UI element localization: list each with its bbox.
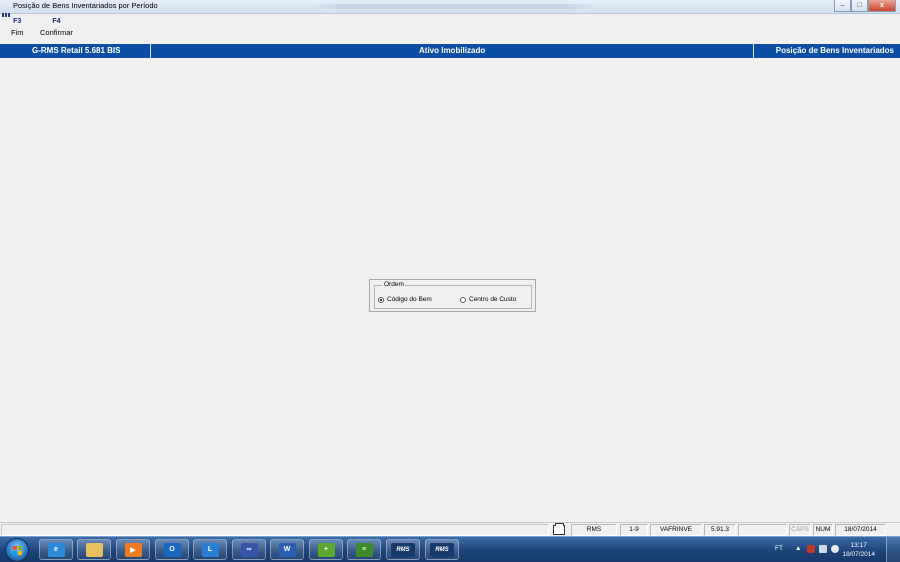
ordem-panel: Ordem Código do Bem Centro de Custo — [369, 279, 536, 312]
taskbar-app-button[interactable]: RMS — [425, 539, 459, 560]
ie-icon: e — [47, 542, 65, 557]
radio-label: Centro de Custo — [469, 296, 517, 303]
f4-action-label: Confirmar — [40, 28, 73, 37]
module-name: Ativo Imobilizado — [419, 46, 486, 55]
taskbar-app-button[interactable]: O — [155, 539, 189, 560]
app-window: Posição de Bens Inventariados por Períod… — [0, 0, 900, 562]
taskbar-app-button[interactable] — [77, 539, 111, 560]
status-program: VAFRINVE — [650, 524, 702, 536]
app-icon — [2, 4, 11, 17]
taskbar-app-button[interactable]: RMS — [386, 539, 420, 560]
status-empty — [738, 524, 787, 536]
system-tray: FT ▲ 13:17 18/07/2014 — [755, 537, 900, 562]
header-divider — [753, 44, 754, 58]
taskbar-app-button[interactable]: ≡ — [347, 539, 381, 560]
status-bar: RMS 1-9 VAFRINVE 5.91.3 CAPS NUM 18/07/2… — [0, 522, 900, 536]
title-bar-background-blur — [310, 4, 600, 9]
minimize-button[interactable]: – — [834, 0, 851, 12]
language-indicator[interactable]: FT — [775, 545, 783, 552]
status-num: NUM — [813, 524, 833, 536]
status-system: RMS — [571, 524, 617, 536]
clipboard-icon[interactable] — [553, 523, 565, 535]
status-message-area — [1, 524, 549, 536]
db-tool-icon: + — [317, 542, 335, 557]
word-icon: W — [278, 542, 296, 557]
radio-selected-icon[interactable] — [378, 296, 384, 303]
taskbar-app-button[interactable]: e — [39, 539, 73, 560]
header-divider — [150, 44, 151, 58]
stack-tool-icon: ≡ — [355, 542, 373, 557]
taskbar-app-button[interactable]: W — [270, 539, 304, 560]
close-button[interactable]: x — [868, 0, 896, 12]
radio-unselected-icon[interactable] — [460, 296, 466, 303]
taskbar-app-button[interactable]: + — [309, 539, 343, 560]
f4-key-label: F4 — [52, 18, 61, 25]
clock[interactable]: 13:17 18/07/2014 — [842, 541, 875, 559]
module-header: G-RMS Retail 5.681 BIS Ativo Imobilizado… — [0, 44, 900, 58]
status-caps: CAPS — [789, 524, 811, 536]
radio-centro-de-custo[interactable]: Centro de Custo — [460, 296, 516, 303]
outlook-icon: O — [163, 542, 181, 557]
ordem-legend: Ordem — [383, 281, 405, 288]
clock-time: 13:17 — [850, 542, 867, 549]
show-desktop-button[interactable] — [886, 537, 900, 562]
status-date: 18/07/2014 — [835, 524, 886, 536]
radio-label: Código do Bem — [387, 296, 432, 303]
start-button[interactable] — [5, 538, 29, 562]
window-title: Posição de Bens Inventariados por Períod… — [13, 1, 158, 10]
title-bar: Posição de Bens Inventariados por Períod… — [0, 0, 900, 17]
clock-date: 18/07/2014 — [842, 551, 875, 558]
product-version: G-RMS Retail 5.681 BIS — [32, 46, 121, 55]
windows-taskbar: e ▶ O L ∞ W + ≡ RMS RMS FT ▲ 13:17 18/07/2014 — [0, 536, 900, 562]
windows-logo-icon — [13, 546, 22, 555]
lync-icon: L — [201, 542, 219, 557]
window-controls: – □ x — [834, 0, 896, 13]
f3-key-label: F3 — [13, 18, 22, 25]
taskbar-app-button[interactable]: L — [193, 539, 227, 560]
media-player-icon: ▶ — [124, 542, 142, 557]
chevron-up-icon[interactable]: ▲ — [795, 545, 801, 552]
vpn-icon: ∞ — [240, 542, 258, 557]
rms-icon: RMS — [430, 542, 454, 557]
status-version: 5.91.3 — [704, 524, 736, 536]
f4-confirmar-button[interactable]: F4 Confirmar — [40, 18, 73, 37]
taskbar-app-button[interactable]: ▶ — [116, 539, 150, 560]
ordem-groupbox: Ordem Código do Bem Centro de Custo — [374, 281, 532, 309]
rms-icon: RMS — [391, 542, 415, 557]
status-range: 1-9 — [620, 524, 648, 536]
volume-icon[interactable] — [831, 545, 839, 553]
screen-name: Posição de Bens Inventariados — [775, 46, 894, 55]
f3-action-label: Fim — [11, 28, 24, 37]
network-icon[interactable] — [819, 545, 827, 553]
taskbar-app-button[interactable]: ∞ — [232, 539, 266, 560]
f3-fim-button[interactable]: F3 Fim — [11, 18, 24, 37]
maximize-button[interactable]: □ — [851, 0, 868, 12]
action-center-icon[interactable] — [807, 545, 815, 553]
radio-codigo-do-bem[interactable]: Código do Bem — [378, 296, 432, 303]
explorer-icon — [85, 542, 103, 557]
